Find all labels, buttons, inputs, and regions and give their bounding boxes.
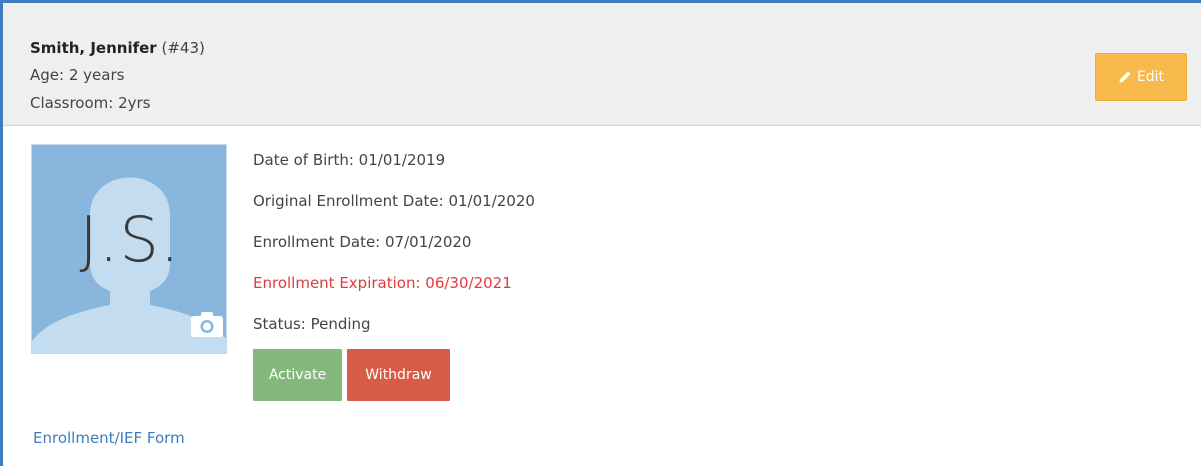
enrollment-date: Enrollment Date: 07/01/2020 bbox=[253, 233, 472, 251]
child-classroom: Classroom: 2yrs bbox=[30, 94, 151, 112]
pencil-icon bbox=[1119, 71, 1131, 83]
photo-initials: J.S. bbox=[79, 203, 181, 276]
child-age: Age: 2 years bbox=[30, 66, 125, 84]
child-photo[interactable]: J.S. bbox=[31, 144, 227, 354]
child-name-line: Smith, Jennifer (#43) bbox=[30, 39, 205, 57]
enrollment-expiration: Enrollment Expiration: 06/30/2021 bbox=[253, 274, 512, 292]
activate-button[interactable]: Activate bbox=[253, 349, 342, 401]
child-name: Smith, Jennifer bbox=[30, 39, 157, 57]
enrollment-form-link[interactable]: Enrollment/IEF Form bbox=[33, 429, 185, 447]
camera-icon[interactable] bbox=[190, 310, 224, 338]
edit-button[interactable]: Edit bbox=[1095, 53, 1187, 101]
date-of-birth: Date of Birth: 01/01/2019 bbox=[253, 151, 446, 169]
child-panel: Smith, Jennifer (#43) Age: 2 years Class… bbox=[0, 0, 1201, 466]
withdraw-button[interactable]: Withdraw bbox=[347, 349, 450, 401]
child-id: (#43) bbox=[161, 39, 205, 57]
original-enrollment-date: Original Enrollment Date: 01/01/2020 bbox=[253, 192, 535, 210]
enrollment-status: Status: Pending bbox=[253, 315, 371, 333]
edit-button-label: Edit bbox=[1136, 69, 1165, 85]
panel-header: Smith, Jennifer (#43) Age: 2 years Class… bbox=[3, 3, 1201, 126]
